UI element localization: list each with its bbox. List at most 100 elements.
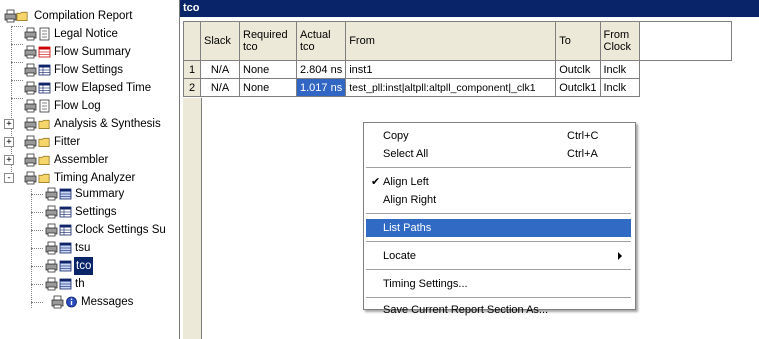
cell-to[interactable]: Outclk1 [555, 78, 601, 97]
tree-item-label: Flow Elapsed Time [54, 82, 152, 94]
folder-icon [38, 155, 50, 166]
tree-item-tsu[interactable]: tsu [0, 239, 178, 257]
cell-filler [639, 61, 731, 79]
folder-open-icon [16, 11, 28, 22]
menu-item-select-all[interactable]: Select All Ctrl+A [366, 145, 631, 163]
menu-item-locate[interactable]: Locate [366, 247, 631, 265]
row-number[interactable]: 1 [183, 60, 201, 79]
info-icon [66, 296, 77, 308]
menu-item-list-paths[interactable]: List Paths [366, 219, 631, 237]
tree-item-label: th [75, 278, 85, 290]
cell-required[interactable]: None [239, 60, 297, 79]
document-icon [39, 27, 50, 41]
tree-item-label: Fitter [54, 136, 81, 148]
cell-from-clock[interactable]: Inclk [599, 78, 640, 97]
cell-required[interactable]: None [239, 78, 297, 97]
cell-from[interactable]: inst1 [345, 60, 557, 79]
tree-item-legal-notice[interactable]: Legal Notice [0, 25, 178, 43]
table-icon [59, 206, 72, 218]
table-icon [59, 260, 72, 272]
tree-item-settings[interactable]: Settings [0, 203, 178, 221]
column-header-slack[interactable]: Slack [200, 21, 240, 61]
printer-icon [24, 171, 37, 185]
cell-actual[interactable]: 2.804 ns [295, 60, 347, 79]
tree-item-flow-log[interactable]: Flow Log [0, 97, 178, 115]
tree-item-th[interactable]: th [0, 275, 178, 293]
tco-table: Slack Required tco Actual tco From To Fr… [183, 21, 732, 97]
tree-item-label: Flow Log [54, 100, 101, 112]
column-header-actual-tco[interactable]: Actual tco [295, 21, 347, 61]
expand-toggle[interactable]: + [4, 155, 14, 165]
report-title-bar: tco [180, 0, 759, 17]
cell-actual-selected[interactable]: 1.017 ns [295, 78, 347, 97]
corner-cell [183, 21, 201, 61]
table-icon [38, 64, 51, 76]
column-header-to[interactable]: To [555, 21, 601, 61]
expand-toggle[interactable]: + [4, 119, 14, 129]
tree-item-label: Legal Notice [54, 28, 118, 40]
menu-separator [366, 241, 631, 243]
cell-from-clock[interactable]: Inclk [599, 60, 640, 79]
tree-item-label: Messages [81, 296, 134, 308]
column-header-from[interactable]: From [345, 21, 557, 61]
tree-item-fitter[interactable]: + Fitter [0, 133, 178, 151]
tree-item-label: Settings [75, 206, 117, 218]
table-icon [59, 224, 72, 236]
table-icon [38, 82, 51, 94]
tree-item-label: Flow Settings [54, 64, 124, 76]
tree-item-messages[interactable]: Messages [0, 293, 178, 311]
menu-separator [366, 167, 631, 169]
menu-item-timing-settings[interactable]: Timing Settings... [366, 275, 631, 293]
cell-to[interactable]: Outclk [555, 60, 601, 79]
cell-slack[interactable]: N/A [200, 78, 240, 97]
printer-icon [24, 99, 37, 113]
tree-item-summary[interactable]: Summary [0, 185, 178, 203]
menu-item-align-left[interactable]: ✔ Align Left [366, 173, 631, 191]
table-icon [38, 46, 51, 58]
folder-icon [38, 119, 50, 130]
menu-item-label: Locate [383, 250, 417, 262]
menu-separator [366, 269, 631, 271]
context-menu: Copy Ctrl+C Select All Ctrl+A ✔ Align Le… [363, 122, 636, 316]
tree-item-analysis-synthesis[interactable]: + Analysis & Synthesis [0, 115, 178, 133]
tree-item-label: Flow Summary [54, 46, 131, 58]
printer-icon [24, 45, 37, 59]
tree-item-label: tsu [75, 242, 91, 254]
menu-item-label: Select All [383, 148, 429, 160]
tree-item-flow-settings[interactable]: Flow Settings [0, 61, 178, 79]
menu-item-save-section[interactable]: Save Current Report Section As... [366, 301, 631, 319]
printer-icon [45, 187, 58, 201]
tree-item-flow-elapsed-time[interactable]: Flow Elapsed Time [0, 79, 178, 97]
tree-item-label: Clock Settings Su [75, 224, 166, 236]
collapse-toggle[interactable]: - [4, 173, 14, 183]
tree-item-tco[interactable]: tco [0, 257, 178, 275]
column-header-filler [638, 21, 732, 61]
checkmark-icon: ✔ [371, 176, 381, 188]
cell-filler [639, 79, 731, 97]
column-header-from-clock[interactable]: From Clock [599, 21, 640, 61]
tree-item-label: tco [74, 257, 94, 275]
menu-item-align-right[interactable]: Align Right [366, 191, 631, 209]
printer-icon [24, 27, 37, 41]
tree-item-clock-settings[interactable]: Clock Settings Su [0, 221, 178, 239]
folder-icon [38, 137, 50, 148]
table-row[interactable]: 1 N/A None 2.804 ns inst1 Outclk Inclk [183, 60, 732, 79]
menu-item-shortcut: Ctrl+A [567, 148, 598, 160]
cell-from[interactable]: test_pll:inst|altpll:altpll_component|_c… [345, 78, 557, 97]
printer-icon [24, 135, 37, 149]
tree-item-compilation-report[interactable]: Compilation Report [0, 7, 178, 25]
row-header-strip [183, 98, 202, 339]
menu-item-label: Timing Settings... [383, 278, 468, 290]
row-number[interactable]: 2 [183, 78, 201, 97]
cell-slack[interactable]: N/A [200, 60, 240, 79]
tree-item-assembler[interactable]: + Assembler [0, 151, 178, 169]
column-header-required-tco[interactable]: Required tco [239, 21, 297, 61]
menu-item-copy[interactable]: Copy Ctrl+C [366, 127, 631, 145]
tree-item-flow-summary[interactable]: Flow Summary [0, 43, 178, 61]
document-icon [39, 99, 50, 113]
table-row[interactable]: 2 N/A None 1.017 ns test_pll:inst|altpll… [183, 78, 732, 97]
report-panel: tco Slack Required tco Actual tco From T… [180, 0, 759, 339]
expand-toggle[interactable]: + [4, 137, 14, 147]
printer-icon [45, 241, 58, 255]
printer-icon [45, 277, 58, 291]
